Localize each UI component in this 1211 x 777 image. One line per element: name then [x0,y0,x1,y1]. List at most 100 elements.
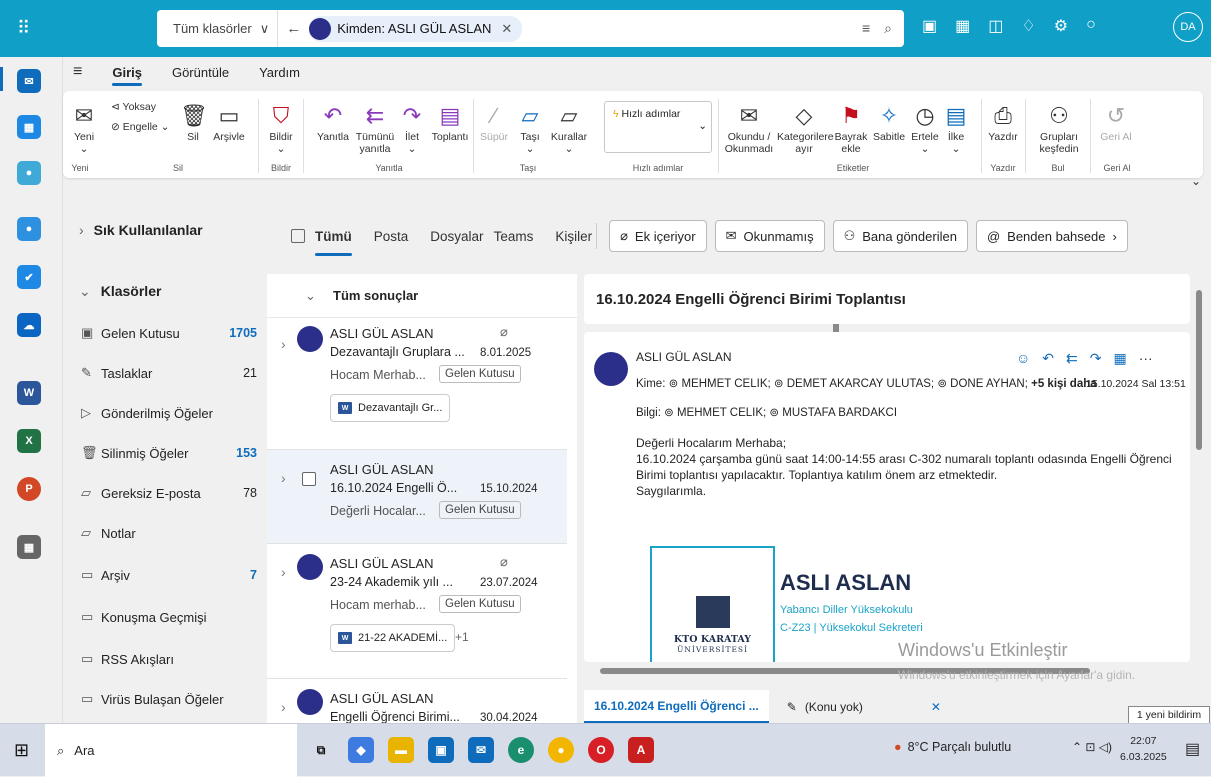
favorites-header[interactable]: › Sık Kullanılanlar [79,222,203,238]
acrobat-icon[interactable]: A [628,737,654,763]
reply-icon[interactable]: ↶ [1042,350,1054,367]
word-icon[interactable]: W [17,381,41,405]
folder-infected[interactable]: ▭ Virüs Bulaşan Öğeler [81,684,257,714]
note-icon[interactable]: ◫ [988,16,1003,36]
more-options-icon[interactable]: ··· [1139,350,1153,367]
taskbar-search[interactable]: ⌕ Ara [45,724,297,777]
store-icon[interactable]: ▣ [428,737,454,763]
notification-toast[interactable]: 1 yeni bildirim [1128,706,1210,724]
tab-teams[interactable]: Teams [494,229,534,244]
attachment-chip[interactable]: W 21-22 AKADEMİ... [330,624,456,652]
reading-scrollbar[interactable] [1196,290,1202,450]
tab-all[interactable]: Tümü [315,229,352,256]
chrome-icon[interactable]: ● [548,737,574,763]
notification-center-icon[interactable]: ▤ [1185,739,1200,759]
recipient[interactable]: DONE AYHAN; [950,378,1028,390]
forward-button[interactable]: ↷ İlet ⌄ [397,103,427,155]
more-attachments-count[interactable]: +1 [455,630,469,644]
copilot-icon[interactable]: ◆ [348,737,374,763]
apps-icon[interactable]: ▦ [1114,350,1127,367]
tab-files[interactable]: Dosyalar [430,229,483,244]
tab-giris[interactable]: Giriş [112,65,142,86]
snooze-button[interactable]: ◷ Ertele ⌄ [909,103,941,155]
folder-archive[interactable]: ▭ Arşiv 7 [81,560,257,590]
delete-button[interactable]: 🗑 Sil [180,103,208,143]
app-launcher-icon[interactable]: ⠿ [17,18,37,38]
search-icon[interactable]: ⌕ [884,20,892,37]
list-item[interactable]: › ASLI GÜL ASLAN ⌀ Dezavantajlı Gruplara… [267,318,567,450]
has-attachment-filter[interactable]: ⌀ Ek içeriyor [609,220,707,252]
opera-icon[interactable]: O [588,737,614,763]
powerpoint-icon[interactable]: P [17,477,41,501]
chevron-right-icon[interactable]: › [281,564,286,580]
folder-drafts[interactable]: ✎ Taslaklar 21 [81,358,257,388]
search-filter-chip[interactable]: Kimden: ASLI GÜL ASLAN ✕ [309,15,523,42]
list-item[interactable]: › ASLI GÜL ASLAN ⌀ 23-24 Akademik yılı .… [267,544,567,679]
results-header[interactable]: ⌄ Tüm sonuçlar [267,274,577,318]
pin-button[interactable]: ✧ Sabitle [871,103,907,143]
task-view-icon[interactable]: ⧉ [308,737,334,763]
system-tray-icons[interactable]: ⌃ ⊡ ◁) [1072,740,1112,754]
move-button[interactable]: ▱ Taşı ⌄ [515,103,545,155]
recipient[interactable]: MEHMET CELIK; [677,407,766,419]
folder-notes[interactable]: ▱ Notlar [81,518,257,548]
attachment-chip[interactable]: W Dezavantajlı Gr... [330,394,451,422]
onedrive-icon[interactable]: ☁ [17,313,41,337]
reply-all-button[interactable]: ⇇ Tümünü yanıtla [355,103,395,155]
folder-inbox[interactable]: ▣ Gelen Kutusu 1705 [81,318,257,348]
search-box[interactable]: Tüm klasörler ∨ ← Kimden: ASLI GÜL ASLAN ✕… [157,10,904,47]
print-button[interactable]: ⎙ Yazdır [987,103,1019,143]
read-unread-button[interactable]: ✉ Okundu / Okunmadı [723,103,775,155]
folder-deleted[interactable]: 🗑 Silinmiş Öğeler 153 [81,438,257,468]
quick-steps-dropdown[interactable]: ϟ Hızlı adımlar ⌄ [604,101,712,153]
filter-icon[interactable]: ≡ [862,20,870,37]
report-button[interactable]: ⛉ Bildir ⌄ [266,103,296,155]
chevron-right-icon[interactable]: › [281,336,286,352]
sender-name[interactable]: ASLI GÜL ASLAN [636,350,732,364]
search-scope-dropdown[interactable]: Tüm klasörler ∨ [157,10,279,47]
recipient[interactable]: MEHMET CELIK; [681,378,770,390]
people-icon[interactable]: ● [17,161,41,185]
reply-button[interactable]: ↶ Yanıtla [313,103,353,143]
tab-people[interactable]: Kişiler [555,229,592,244]
tab-goruntule[interactable]: Görüntüle [172,65,229,80]
tab-open-message[interactable]: 16.10.2024 Engelli Öğrenci ... [584,690,769,723]
tab-mail[interactable]: Posta [374,229,409,244]
policy-button[interactable]: ▤ İlke ⌄ [943,103,969,155]
meeting-button[interactable]: ▤ Toplantı [428,103,472,143]
clock[interactable]: 22:07 6.03.2025 [1120,733,1167,765]
folder-sent[interactable]: ▷ Gönderilmiş Öğeler [81,398,257,428]
chevron-right-icon[interactable]: › [281,470,286,486]
mentions-me-filter[interactable]: @ Benden bahsede › [975,220,1128,252]
file-explorer-icon[interactable]: ▬ [388,737,414,763]
mail-app-icon[interactable]: ✉ [468,737,494,763]
avatar[interactable]: DA [1173,12,1203,42]
bell-icon[interactable]: ♢ [1021,16,1035,36]
back-arrow-icon[interactable]: ← [278,20,309,37]
categorize-button[interactable]: ◇ Kategorilere ayır [777,103,834,155]
hamburger-menu-icon[interactable]: ≡ [73,63,82,81]
new-mail-button[interactable]: ✉ Yeni ⌄ [69,103,99,155]
archive-button[interactable]: ▭ Arşivle [211,103,247,143]
list-item[interactable]: › ASLI GÜL ASLAN Engelli Öğrenci Birimi.… [267,679,567,724]
chevron-right-icon[interactable]: › [281,699,286,715]
groups-icon[interactable]: ● [17,217,41,241]
ignore-button[interactable]: ⊲ Yoksay [111,101,156,113]
calendar-view-icon[interactable]: ▦ [955,16,970,36]
tab-draft[interactable]: ✎ (Konu yok) ✕ [777,690,951,723]
tab-yardim[interactable]: Yardım [259,65,300,80]
meet-now-icon[interactable]: ▣ [922,16,937,36]
folder-conversation-history[interactable]: ▭ Konuşma Geçmişi [81,602,257,632]
recipient[interactable]: DEMET AKARCAY ULUTAS; [787,378,934,390]
edge-icon[interactable]: e [508,737,534,763]
weather-widget[interactable]: ● 8°C Parçalı bulutlu [894,740,1011,754]
rules-button[interactable]: ▱ Kurallar ⌄ [549,103,589,155]
excel-icon[interactable]: X [17,429,41,453]
unread-filter[interactable]: ✉ Okunmamış [714,220,825,252]
flag-button[interactable]: ⚑ Bayrak ekle [833,103,869,155]
more-apps-icon[interactable]: ▦ [17,535,41,559]
discover-groups-button[interactable]: ⚇ Grupları keşfedin [1033,103,1085,155]
windows-start-icon[interactable]: ⊞ [14,740,29,761]
list-item[interactable]: › ASLI GÜL ASLAN 16.10.2024 Engelli Ö...… [267,450,567,544]
gear-icon[interactable]: ⚙ [1054,16,1068,36]
